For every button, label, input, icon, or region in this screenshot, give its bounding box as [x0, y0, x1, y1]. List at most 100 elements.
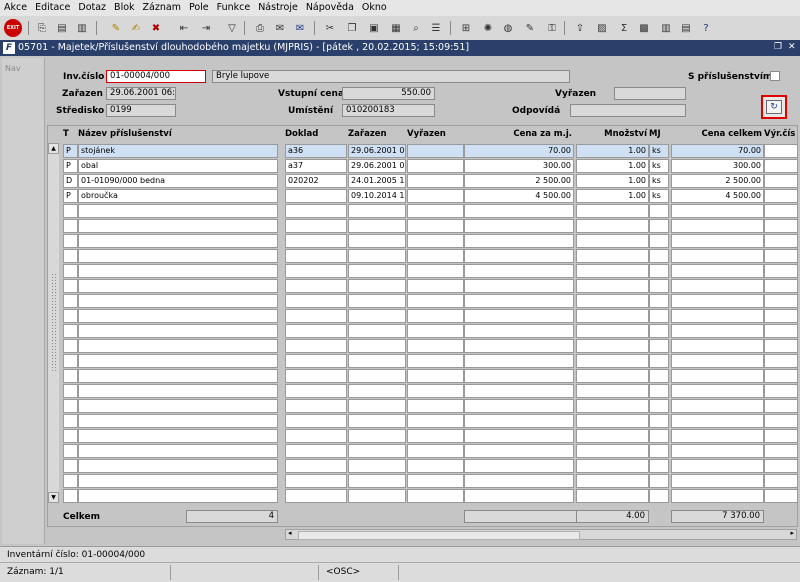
table-cell-t[interactable]: P: [63, 159, 78, 173]
table-cell-cena-celkem[interactable]: [671, 489, 764, 503]
table-cell-mnozstvi[interactable]: [576, 234, 649, 248]
table-cell-doklad[interactable]: [285, 249, 347, 263]
table-cell-cena-mj[interactable]: [464, 264, 574, 278]
table-cell-vyr-cis[interactable]: [764, 354, 798, 368]
table-cell-vyrazen[interactable]: [407, 234, 464, 248]
table-cell-mnozstvi[interactable]: [576, 429, 649, 443]
edit-icon[interactable]: ▦: [388, 20, 404, 36]
table-cell-doklad[interactable]: [285, 234, 347, 248]
table-cell-mnozstvi[interactable]: [576, 444, 649, 458]
table-cell-cena-mj[interactable]: [464, 204, 574, 218]
table-cell-cena-mj[interactable]: [464, 324, 574, 338]
table-cell-cena-mj[interactable]: [464, 384, 574, 398]
table-cell-nazev[interactable]: [78, 264, 278, 278]
table-cell-t[interactable]: P: [63, 189, 78, 203]
table-cell-cena-celkem[interactable]: [671, 429, 764, 443]
table-cell-nazev[interactable]: [78, 414, 278, 428]
table-cell-cena-mj[interactable]: [464, 339, 574, 353]
table-cell-vyr-cis[interactable]: [764, 279, 798, 293]
edit-record-icon[interactable]: ✎: [522, 20, 538, 36]
table-cell-zarazen[interactable]: [348, 324, 406, 338]
table-cell-nazev[interactable]: [78, 354, 278, 368]
table-cell-mj[interactable]: [649, 429, 669, 443]
table-cell-cena-mj[interactable]: [464, 309, 574, 323]
table-cell-cena-celkem[interactable]: [671, 354, 764, 368]
print-preview-icon[interactable]: ▤: [54, 20, 70, 36]
table-cell-vyr-cis[interactable]: [764, 144, 798, 158]
table-cell-cena-mj[interactable]: [464, 444, 574, 458]
menu-item[interactable]: Okno: [358, 0, 391, 16]
table-cell-cena-mj[interactable]: [464, 219, 574, 233]
menu-item[interactable]: Editace: [31, 0, 74, 16]
table-cell-nazev[interactable]: [78, 369, 278, 383]
table-cell-mj[interactable]: [649, 279, 669, 293]
paste-icon[interactable]: ▣: [366, 20, 382, 36]
table-cell-mj[interactable]: ks: [649, 189, 669, 203]
table-cell-doklad[interactable]: a37: [285, 159, 347, 173]
table-cell-cena-mj[interactable]: [464, 459, 574, 473]
lock-icon[interactable]: ⚿: [544, 20, 560, 36]
table-cell-zarazen[interactable]: 24.01.2005 11: [348, 174, 406, 188]
table-cell-vyr-cis[interactable]: [764, 249, 798, 263]
table-cell-doklad[interactable]: [285, 399, 347, 413]
table-cell-zarazen[interactable]: [348, 444, 406, 458]
document-icon[interactable]: ▤: [678, 20, 694, 36]
chart-icon[interactable]: ▥: [658, 20, 674, 36]
table-cell-cena-mj[interactable]: 70.00: [464, 144, 574, 158]
table-cell-mj[interactable]: ks: [649, 144, 669, 158]
exit-icon[interactable]: EXIT: [4, 19, 22, 37]
first-record-icon[interactable]: ⇤: [176, 20, 192, 36]
table-cell-mnozstvi[interactable]: [576, 489, 649, 503]
table-cell-zarazen[interactable]: [348, 339, 406, 353]
table-cell-cena-mj[interactable]: [464, 429, 574, 443]
table-cell-mj[interactable]: [649, 309, 669, 323]
help-icon[interactable]: ?: [698, 20, 714, 36]
table-cell-nazev[interactable]: [78, 234, 278, 248]
table-cell-vyrazen[interactable]: [407, 369, 464, 383]
table-cell-cena-celkem[interactable]: [671, 384, 764, 398]
table-cell-zarazen[interactable]: [348, 309, 406, 323]
table-cell-doklad[interactable]: [285, 474, 347, 488]
table-cell-doklad[interactable]: [285, 459, 347, 473]
globe-icon[interactable]: ◍: [500, 20, 516, 36]
next-record-icon[interactable]: ⇥: [198, 20, 214, 36]
table-cell-zarazen[interactable]: [348, 279, 406, 293]
table-cell-vyr-cis[interactable]: [764, 204, 798, 218]
table-cell-mj[interactable]: [649, 234, 669, 248]
table-cell-nazev[interactable]: [78, 309, 278, 323]
scroll-left-icon[interactable]: ◂: [288, 529, 292, 537]
table-cell-t[interactable]: [63, 219, 78, 233]
table-cell-mj[interactable]: [649, 474, 669, 488]
table-cell-cena-mj[interactable]: [464, 249, 574, 263]
table-cell-mj[interactable]: [649, 294, 669, 308]
vertical-scrollbar[interactable]: ▲ ▼: [48, 143, 59, 503]
attach-icon[interactable]: ✉: [272, 20, 288, 36]
table-cell-cena-mj[interactable]: 300.00: [464, 159, 574, 173]
zarazen-field[interactable]: 29.06.2001 06:00: [106, 87, 176, 100]
menu-item[interactable]: Nápověda: [302, 0, 358, 16]
navigator-icon[interactable]: ✺: [480, 20, 496, 36]
inv-cislo-field[interactable]: 01-00004/000: [106, 70, 206, 83]
table-cell-vyrazen[interactable]: [407, 219, 464, 233]
table-cell-vyrazen[interactable]: [407, 264, 464, 278]
table-cell-doklad[interactable]: [285, 219, 347, 233]
table-cell-mj[interactable]: [649, 204, 669, 218]
table-cell-vyrazen[interactable]: [407, 414, 464, 428]
table-cell-doklad[interactable]: 020202: [285, 174, 347, 188]
table-cell-cena-mj[interactable]: [464, 279, 574, 293]
table-cell-cena-celkem[interactable]: [671, 264, 764, 278]
table-cell-vyrazen[interactable]: [407, 474, 464, 488]
table-cell-t[interactable]: [63, 264, 78, 278]
table-cell-zarazen[interactable]: 29.06.2001 06: [348, 144, 406, 158]
table-cell-doklad[interactable]: [285, 429, 347, 443]
table-cell-doklad[interactable]: [285, 294, 347, 308]
table-cell-mnozstvi[interactable]: 1.00: [576, 174, 649, 188]
table-cell-nazev[interactable]: [78, 324, 278, 338]
table-cell-mnozstvi[interactable]: [576, 309, 649, 323]
table-cell-zarazen[interactable]: 09.10.2014 14: [348, 189, 406, 203]
refresh-button[interactable]: ↻: [761, 95, 787, 119]
table-cell-t[interactable]: P: [63, 144, 78, 158]
table-cell-cena-mj[interactable]: [464, 489, 574, 503]
table-cell-vyr-cis[interactable]: [764, 234, 798, 248]
find-icon[interactable]: ⌕: [408, 20, 424, 36]
